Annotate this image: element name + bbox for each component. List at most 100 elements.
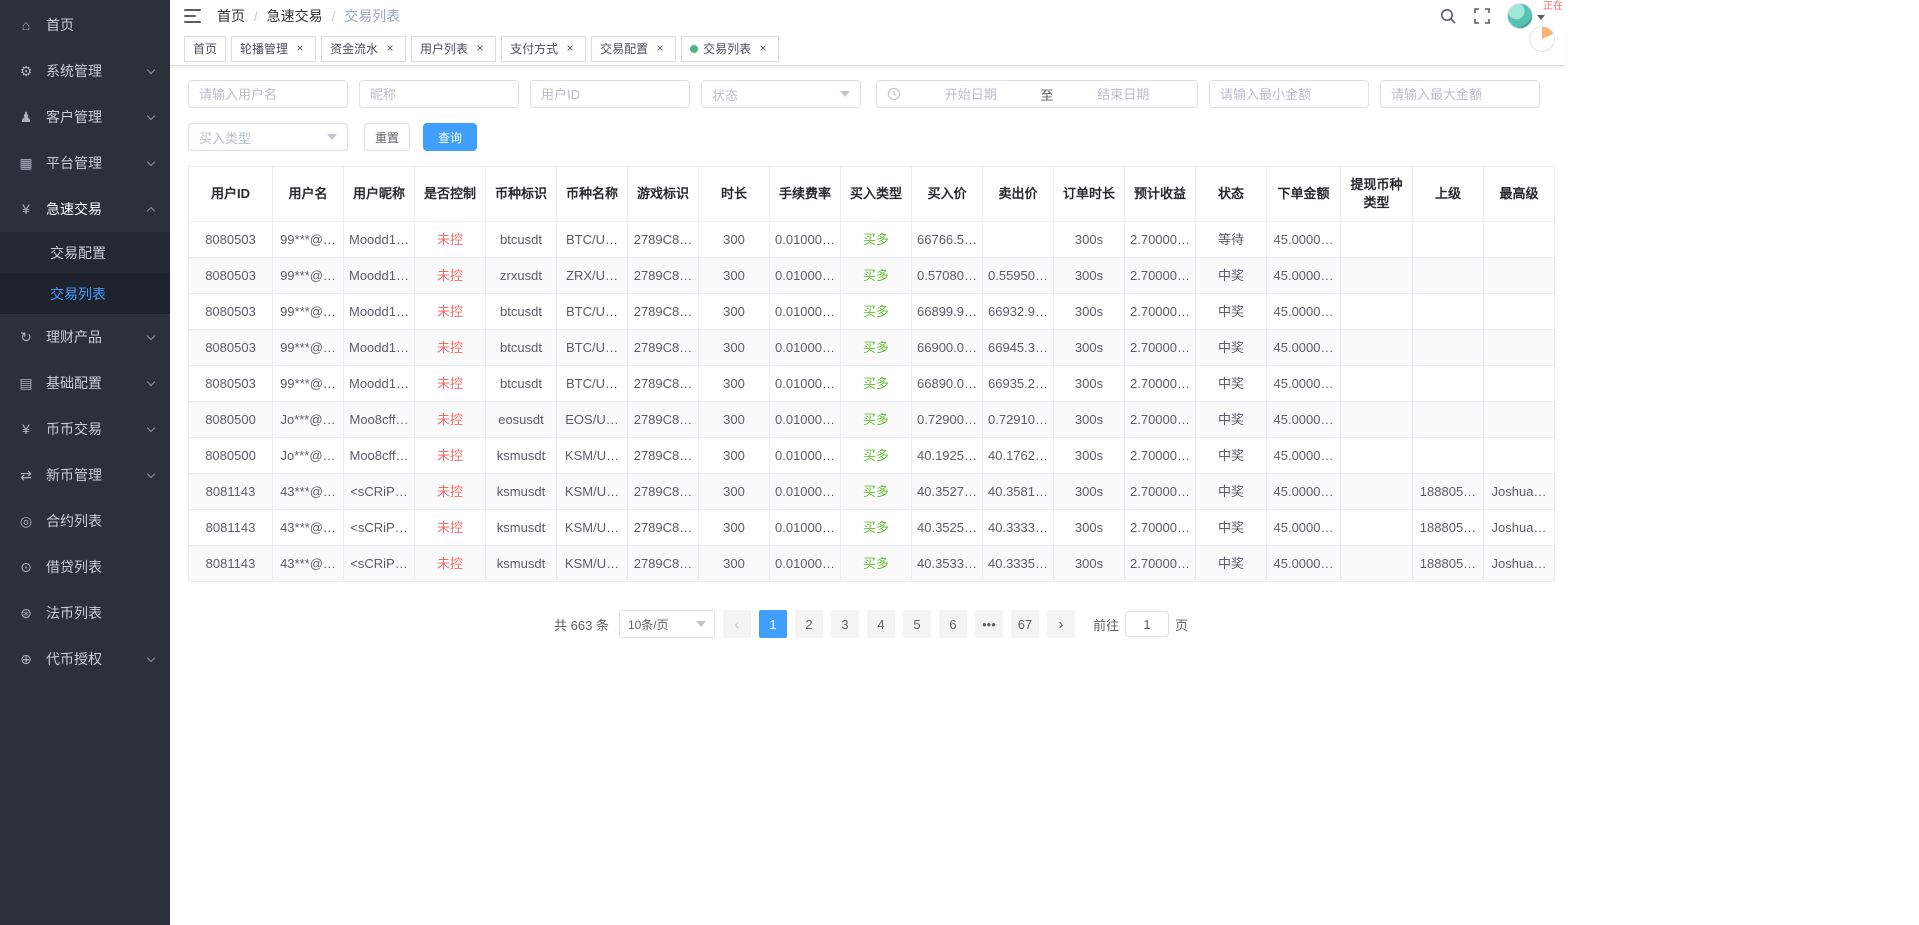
sidebar-item-2[interactable]: ♟ 客户管理 <box>0 94 170 140</box>
close-tab-icon[interactable]: × <box>473 41 487 56</box>
max-amount-input[interactable] <box>1380 80 1540 108</box>
query-button[interactable]: 查询 <box>423 123 478 151</box>
tab-item-1[interactable]: 轮播管理 × <box>231 35 317 62</box>
sidebar-subitem-4-0[interactable]: 交易配置 <box>0 232 170 273</box>
cell: 66945.3… <box>982 329 1054 366</box>
sidebar-subitem-4-1[interactable]: 交易列表 <box>0 273 170 314</box>
close-tab-icon[interactable]: × <box>653 41 667 56</box>
cell: 300s <box>1053 257 1125 294</box>
sidebar-item-11[interactable]: ⊛ 法币列表 <box>0 590 170 636</box>
cell <box>1340 473 1413 510</box>
sidebar-item-5[interactable]: ↻ 理财产品 <box>0 314 170 360</box>
fullscreen-icon[interactable] <box>1473 7 1491 25</box>
page-button-5[interactable]: 5 <box>902 610 931 638</box>
corner-note: 正在 <box>1543 1 1563 12</box>
cell: 中奖 <box>1195 401 1267 438</box>
cell: 0.01000… <box>769 365 841 402</box>
sidebar-item-1[interactable]: ⚙ 系统管理 <box>0 48 170 94</box>
cell: ksmusdt <box>485 473 557 510</box>
close-tab-icon[interactable]: × <box>383 41 397 56</box>
prev-page-button[interactable]: ‹ <box>722 610 751 638</box>
sidebar-item-10[interactable]: ⊙ 借贷列表 <box>0 544 170 590</box>
start-date-input[interactable] <box>907 86 1035 102</box>
tab-item-4[interactable]: 支付方式 × <box>501 35 587 62</box>
sidebar-item-4[interactable]: ¥ 急速交易 <box>0 186 170 232</box>
username-input[interactable] <box>188 80 348 108</box>
hamburger-icon[interactable] <box>184 9 201 23</box>
userid-input[interactable] <box>530 80 690 108</box>
sidebar-item-3[interactable]: ▦ 平台管理 <box>0 140 170 186</box>
cell: 45.0000… <box>1266 365 1341 402</box>
secondary-avatar[interactable] <box>1529 26 1555 52</box>
next-page-button[interactable]: › <box>1046 610 1075 638</box>
cell <box>1340 365 1413 402</box>
page-button-67[interactable]: 67 <box>1010 610 1039 638</box>
cell: 2789C8… <box>627 401 699 438</box>
breadcrumb-item-1[interactable]: 急速交易 <box>267 6 323 26</box>
chevron-down-icon <box>146 423 156 432</box>
sidebar-item-0[interactable]: ⌂ 首页 <box>0 2 170 48</box>
cell: 买多 <box>840 545 912 582</box>
status-select[interactable]: 状态 <box>701 80 861 108</box>
cell: KSM/U… <box>556 473 628 510</box>
end-date-input[interactable] <box>1059 86 1188 102</box>
cell: 99***@… <box>272 257 344 294</box>
cell: 40.1925… <box>911 437 983 474</box>
close-tab-icon[interactable]: × <box>563 41 577 56</box>
cell: Joshua… <box>1483 509 1555 546</box>
page-button-1[interactable]: 1 <box>758 610 787 638</box>
cell: Moodd1… <box>343 257 415 294</box>
date-range-picker[interactable]: 至 <box>876 80 1198 108</box>
cell: 66932.9… <box>982 293 1054 330</box>
sidebar-item-7[interactable]: ¥ 币币交易 <box>0 406 170 452</box>
tab-item-2[interactable]: 资金流水 × <box>321 35 407 62</box>
table-row: 8080503 99***@… Moodd1… 未控 zrxusdt ZRX/U… 2789… <box>188 257 1555 294</box>
sidebar-item-9[interactable]: ◎ 合约列表 <box>0 498 170 544</box>
buy-type-select[interactable]: 买入类型 <box>188 123 348 151</box>
transactions-table: 用户ID 用户名 用户昵称 是否控制 币种标识 币种名称 游戏标识 时长 手续费率 买入类型 买入价… <box>188 166 1555 582</box>
cell: 2.70000… <box>1124 221 1196 258</box>
chevron-down-icon <box>146 111 156 120</box>
tab-item-6[interactable]: 交易列表 × <box>681 35 780 62</box>
cell: 0.57080… <box>911 257 983 294</box>
reset-button[interactable]: 重置 <box>364 123 411 151</box>
cell <box>1340 257 1413 294</box>
cell: 买多 <box>840 401 912 438</box>
tab-label: 轮播管理 <box>240 42 289 56</box>
page-button-3[interactable]: 3 <box>830 610 859 638</box>
cell: btcusdt <box>485 221 557 258</box>
cell: 188805… <box>1412 545 1484 582</box>
sidebar-item-6[interactable]: ▤ 基础配置 <box>0 360 170 406</box>
avatar[interactable] <box>1507 3 1533 29</box>
more-pages-button[interactable]: ••• <box>974 610 1003 638</box>
close-tab-icon[interactable]: × <box>293 41 307 56</box>
cell: 43***@… <box>272 473 344 510</box>
min-amount-input[interactable] <box>1209 80 1369 108</box>
page-button-4[interactable]: 4 <box>866 610 895 638</box>
breadcrumb-item-2: 交易列表 <box>344 8 401 24</box>
cell: 300s <box>1053 329 1125 366</box>
breadcrumb-item-0[interactable]: 首页 <box>217 6 245 26</box>
tab-item-0[interactable]: 首页 <box>184 35 227 62</box>
sidebar-item-label: 急速交易 <box>46 201 102 217</box>
cell: 66890.0… <box>911 365 983 402</box>
tab-item-3[interactable]: 用户列表 × <box>411 35 497 62</box>
cell: 0.01000… <box>769 329 841 366</box>
tab-item-5[interactable]: 交易配置 × <box>591 35 677 62</box>
sidebar: ⌂ 首页 ⚙ 系统管理 ♟ 客户管理 ▦ 平台管理 ¥ 急速交易 交易配置 交易列表 ↻ 理财产品 ▤ 基础配… <box>0 0 170 925</box>
page-button-6[interactable]: 6 <box>938 610 967 638</box>
nickname-input[interactable] <box>359 80 519 108</box>
table-row: 8080503 99***@… Moodd1… 未控 btcusdt BTC/U… 2789… <box>188 221 1555 258</box>
close-tab-icon[interactable]: × <box>756 41 770 56</box>
jump-page-input[interactable] <box>1124 611 1169 637</box>
cell: 300 <box>698 257 770 294</box>
clock-icon <box>887 87 901 101</box>
column-header-17: 上级 <box>1412 166 1484 222</box>
sidebar-item-8[interactable]: ⇄ 新币管理 <box>0 452 170 498</box>
search-icon[interactable] <box>1439 7 1457 25</box>
page-size-select[interactable]: 10条/页 <box>618 610 715 638</box>
sidebar-item-12[interactable]: ⊕ 代币授权 <box>0 636 170 682</box>
cell <box>1483 329 1555 366</box>
user-menu[interactable] <box>1507 3 1545 29</box>
page-button-2[interactable]: 2 <box>794 610 823 638</box>
